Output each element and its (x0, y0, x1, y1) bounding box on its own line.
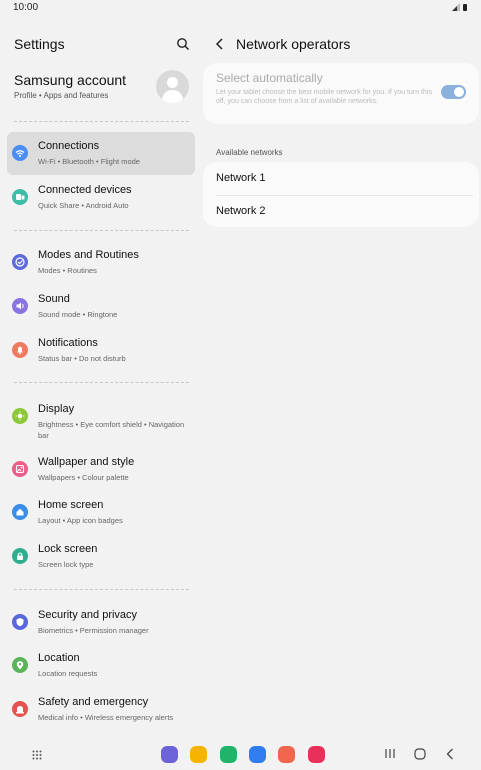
select-automatically-description: Let your tablet choose the best mobile n… (216, 89, 432, 105)
sidebar-item-home-screen[interactable]: Home screen Layout • App icon badges (7, 491, 195, 534)
sidebar-item-label: Connections (38, 140, 100, 152)
sidebar-item-location[interactable]: Location Location requests (7, 644, 195, 687)
sidebar-item-subtitle: Screen lock type (38, 560, 94, 569)
sidebar-item-subtitle: Location requests (38, 669, 98, 678)
battery-icon (463, 4, 467, 11)
sidebar-item-safety-and-emergency[interactable]: Safety and emergency Medical info • Wirel… (7, 688, 195, 731)
sidebar-item-notifications[interactable]: Notifications Status bar • Do not disturb (7, 329, 195, 372)
sidebar-item-label: Sound (38, 293, 70, 305)
sidebar-item-label: Wallpaper and style (38, 456, 135, 468)
sidebar-item-display[interactable]: Display Brightness • Eye comfort shield •… (7, 395, 195, 440)
select-automatically-toggle[interactable] (441, 85, 466, 99)
home-button-icon[interactable] (414, 748, 426, 760)
home-icon (12, 504, 28, 520)
sidebar-item-label: Display (38, 403, 75, 415)
contacts-app-icon[interactable] (278, 746, 295, 763)
sidebar-item-subtitle: Biometrics • Permission manager (38, 626, 149, 635)
sidebar-item-connected-devices[interactable]: Connected devices Quick Share • Android A… (7, 176, 195, 219)
sidebar-item-label: Modes and Routines (38, 249, 139, 261)
avatar[interactable] (156, 70, 189, 103)
select-automatically-row[interactable]: Select automatically Let your tablet cho… (203, 63, 479, 124)
network-item[interactable]: Network 1 (216, 172, 266, 184)
divider (14, 589, 189, 590)
check-circle-icon (12, 254, 28, 270)
sidebar-item-modes-and-routines[interactable]: Modes and Routines Modes • Routines (7, 241, 195, 284)
divider (216, 195, 473, 196)
image-icon (12, 461, 28, 477)
volume-icon (12, 298, 28, 314)
lock-icon (12, 548, 28, 564)
available-networks-heading: Available networks (216, 148, 283, 157)
divider (14, 121, 189, 122)
location-pin-icon (12, 657, 28, 673)
back-arrow-icon[interactable] (214, 37, 226, 51)
account-subtitle: Profile • Apps and features (14, 91, 109, 100)
sidebar-item-sound[interactable]: Sound Sound mode • Ringtone (7, 285, 195, 328)
page-title: Network operators (236, 36, 351, 52)
system-icons (452, 3, 467, 11)
divider (14, 230, 189, 231)
sidebar-item-wallpaper-and-style[interactable]: Wallpaper and style Wallpapers • Colour p… (7, 448, 195, 491)
sidebar-item-label: Location (38, 652, 80, 664)
sidebar-item-subtitle: Layout • App icon badges (38, 516, 123, 525)
sidebar-item-label: Lock screen (38, 543, 98, 555)
settings-pane: Settings Samsung account Profile • Apps … (0, 18, 202, 738)
apps-grid-icon[interactable] (32, 750, 42, 760)
sidebar-item-subtitle: Sound mode • Ringtone (38, 310, 118, 319)
status-bar: 10:00 (0, 0, 481, 18)
sidebar-item-lock-screen[interactable]: Lock screen Screen lock type (7, 535, 195, 578)
sidebar-item-label: Safety and emergency (38, 696, 149, 708)
sidebar-item-label: Security and privacy (38, 609, 138, 621)
sidebar-item-label: Connected devices (38, 184, 132, 196)
phone-app-icon[interactable] (220, 746, 237, 763)
settings-title: Settings (14, 36, 65, 52)
files-app-icon[interactable] (190, 746, 207, 763)
sidebar-item-security-and-privacy[interactable]: Security and privacy Biometrics • Permiss… (7, 601, 195, 644)
sidebar-item-connections[interactable]: Connections Wi-Fi • Bluetooth • Flight mo… (7, 132, 195, 175)
sidebar-item-subtitle: Medical info • Wireless emergency alerts (38, 713, 174, 722)
sidebar-item-subtitle: Quick Share • Android Auto (38, 201, 129, 210)
internet-app-icon[interactable] (161, 746, 178, 763)
sidebar-item-subtitle: Wallpapers • Colour palette (38, 473, 129, 482)
messages-app-icon[interactable] (249, 746, 266, 763)
navigation-bar (0, 738, 481, 770)
recent-apps-icon[interactable] (385, 748, 395, 759)
shield-icon (12, 614, 28, 630)
youtube-app-icon[interactable] (308, 746, 325, 763)
sidebar-item-subtitle: Wi-Fi • Bluetooth • Flight mode (38, 157, 140, 166)
sidebar-item-label: Notifications (38, 337, 98, 349)
search-icon[interactable] (176, 37, 190, 51)
sidebar-item-subtitle: Modes • Routines (38, 266, 97, 275)
network-item[interactable]: Network 2 (216, 205, 266, 217)
devices-icon (12, 189, 28, 205)
divider (14, 382, 189, 383)
bell-icon (12, 342, 28, 358)
sidebar-item-subtitle: Status bar • Do not disturb (38, 354, 126, 363)
sun-icon (12, 408, 28, 424)
samsung-account[interactable]: Samsung account Profile • Apps and featu… (14, 72, 126, 100)
emergency-icon (12, 701, 28, 717)
select-automatically-label: Select automatically (216, 71, 323, 85)
status-time: 10:00 (13, 2, 39, 13)
back-button-icon[interactable] (446, 748, 454, 760)
sidebar-item-subtitle: Brightness • Eye comfort shield • Naviga… (38, 420, 185, 440)
signal-icon (452, 3, 460, 11)
networks-list: Network 1 Network 2 (203, 162, 479, 227)
account-name: Samsung account (14, 72, 127, 88)
wifi-icon (12, 145, 28, 161)
sidebar-item-label: Home screen (38, 499, 104, 511)
